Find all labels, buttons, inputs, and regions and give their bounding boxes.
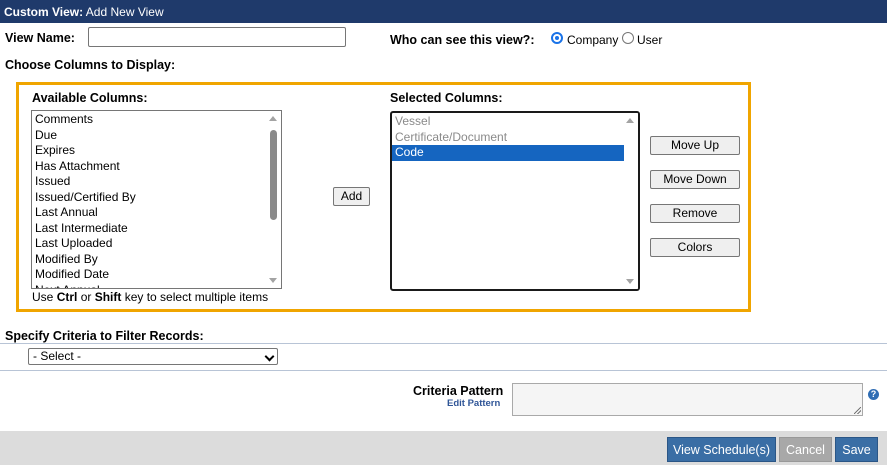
available-column-item[interactable]: Last Annual (32, 205, 281, 221)
criteria-select[interactable]: - Select - (28, 348, 278, 365)
company-radio[interactable] (551, 32, 563, 44)
criteria-pattern-label: Criteria Pattern (413, 384, 504, 398)
available-column-item[interactable]: Next Annual (32, 283, 281, 289)
cancel-button[interactable]: Cancel (779, 437, 832, 462)
title-text: Add New View (83, 5, 164, 19)
divider (0, 370, 887, 371)
hint-ctrl-key: Ctrl (56, 290, 78, 304)
company-radio-label[interactable]: Company (567, 33, 618, 47)
selected-columns-listbox[interactable]: Vessel Certificate/Document Code (390, 111, 640, 291)
user-radio-label[interactable]: User (637, 33, 662, 47)
hint-text: or (77, 290, 95, 304)
available-scrollbar[interactable] (267, 111, 281, 288)
available-column-item[interactable]: Last Uploaded (32, 236, 281, 252)
available-column-item[interactable]: Due (32, 128, 281, 144)
criteria-pattern-textarea[interactable] (512, 383, 863, 416)
selected-scrollbar[interactable] (624, 113, 638, 289)
criteria-heading: Specify Criteria to Filter Records: (5, 329, 204, 343)
view-name-label: View Name: (5, 31, 75, 45)
view-schedules-button[interactable]: View Schedule(s) (667, 437, 776, 462)
available-column-item[interactable]: Modified Date (32, 267, 281, 283)
scroll-down-arrow-icon[interactable] (626, 279, 634, 284)
colors-button[interactable]: Colors (650, 238, 740, 257)
hint-text: Use (32, 290, 57, 304)
selected-column-item: Vessel (395, 114, 431, 128)
scroll-down-arrow-icon[interactable] (269, 278, 277, 283)
edit-pattern-link[interactable]: Edit Pattern (447, 398, 500, 409)
save-button[interactable]: Save (835, 437, 878, 462)
scroll-up-arrow-icon[interactable] (626, 118, 634, 123)
view-name-input[interactable] (88, 27, 346, 47)
selected-column-item: Certificate/Document (395, 129, 508, 144)
available-column-item[interactable]: Comments (32, 112, 281, 128)
divider (0, 343, 887, 344)
available-column-item[interactable]: Has Attachment (32, 159, 281, 175)
help-icon[interactable]: ? (868, 389, 879, 400)
move-up-button[interactable]: Move Up (650, 136, 740, 155)
available-column-item[interactable]: Issued (32, 174, 281, 190)
user-radio[interactable] (622, 32, 634, 44)
add-column-button[interactable]: Add (333, 187, 370, 206)
multi-select-hint: Use Ctrl or Shift key to select multiple… (32, 290, 268, 304)
available-column-item[interactable]: Issued/Certified By (32, 190, 281, 206)
chevron-down-icon (264, 351, 275, 362)
choose-columns-heading: Choose Columns to Display: (5, 58, 176, 72)
available-columns-label: Available Columns: (32, 91, 148, 105)
remove-button[interactable]: Remove (650, 204, 740, 223)
scroll-thumb[interactable] (270, 130, 277, 220)
title-label: Custom View: (4, 5, 84, 19)
window-title: Custom View: Add New View (0, 0, 887, 23)
move-down-button[interactable]: Move Down (650, 170, 740, 189)
selected-columns-label: Selected Columns: (390, 91, 503, 105)
scroll-up-arrow-icon[interactable] (269, 116, 277, 121)
hint-shift-key: Shift (94, 290, 122, 304)
available-column-item[interactable]: Modified By (32, 252, 281, 268)
selected-column-item[interactable]: Code (392, 145, 624, 161)
available-columns-listbox[interactable]: Comments Due Expires Has Attachment Issued Is… (31, 110, 282, 289)
hint-text: key to select multiple items (121, 290, 269, 304)
resize-grip-icon[interactable] (854, 407, 861, 414)
available-column-item[interactable]: Expires (32, 143, 281, 159)
criteria-select-value: - Select - (33, 349, 82, 363)
visibility-label: Who can see this view?: (390, 33, 535, 47)
available-column-item[interactable]: Last Intermediate (32, 221, 281, 237)
